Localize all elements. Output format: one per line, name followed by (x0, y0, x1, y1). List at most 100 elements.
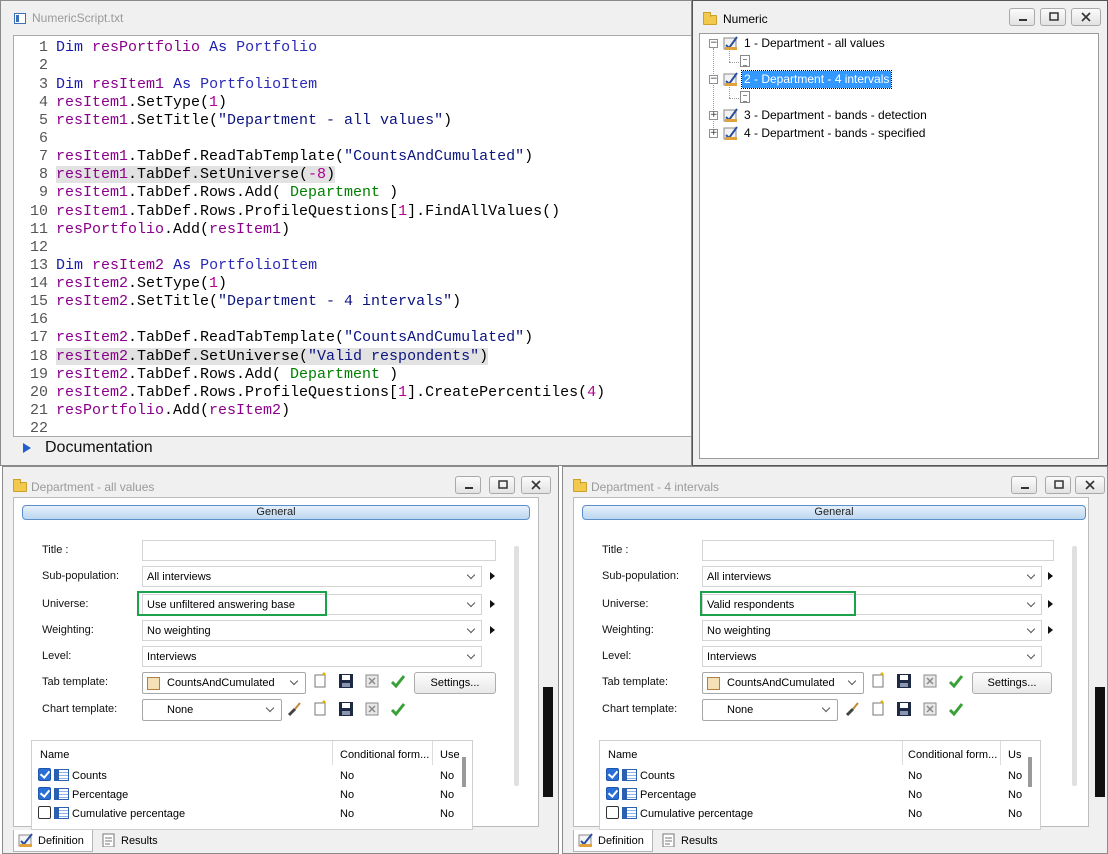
more-arrow-icon[interactable] (1048, 626, 1053, 634)
tab-definition[interactable]: Definition (573, 830, 653, 852)
maximize-button[interactable] (489, 476, 515, 494)
properties-title-bar[interactable]: Department - 4 intervals (563, 467, 1107, 497)
tab-template-select[interactable]: CountsAndCumulated (702, 672, 864, 694)
tab-definition[interactable]: Definition (13, 830, 93, 852)
brush-icon[interactable] (286, 701, 302, 717)
level-select[interactable]: Interviews (702, 646, 1042, 667)
tree-item-label[interactable]: 1 - Department - all values (742, 35, 887, 52)
statistics-grid[interactable]: Name Conditional form... Us Counts No No… (599, 740, 1041, 830)
code-editor[interactable]: 1 Dim resPortfolio As Portfolio 2 3 Dim re… (13, 35, 691, 437)
row-checkbox[interactable] (606, 806, 619, 819)
row-name: Cumulative percentage (640, 808, 754, 820)
portfolio-tree[interactable]: − 1 - Department - all values − 2 - Depa… (699, 33, 1099, 459)
column-header-use[interactable]: Use (440, 749, 460, 761)
more-arrow-icon[interactable] (490, 626, 495, 634)
statistics-grid[interactable]: Name Conditional form... Use Counts No N… (31, 740, 473, 830)
tab-template-select[interactable]: CountsAndCumulated (142, 672, 306, 694)
general-section-header[interactable]: General (22, 505, 530, 520)
new-template-icon[interactable] (312, 700, 328, 716)
tree-item[interactable]: + 4 - Department - bands - specified (700, 125, 1098, 142)
more-arrow-icon[interactable] (490, 600, 495, 608)
apply-checkmark-icon[interactable] (948, 701, 964, 717)
settings-button[interactable]: Settings... (972, 672, 1052, 694)
grid-scrollbar-thumb[interactable] (462, 757, 466, 787)
tree-title-bar[interactable]: Numeric (693, 1, 1107, 31)
expand-icon[interactable]: + (709, 129, 718, 138)
minimize-button[interactable] (1011, 476, 1037, 494)
apply-checkmark-icon[interactable] (390, 701, 406, 717)
grid-scrollbar-thumb[interactable] (1028, 757, 1032, 787)
save-icon[interactable] (896, 701, 912, 717)
delete-template-icon[interactable] (922, 673, 938, 689)
chevron-down-icon (289, 676, 299, 686)
more-arrow-icon[interactable] (490, 572, 495, 580)
more-arrow-icon[interactable] (1048, 600, 1053, 608)
save-icon[interactable] (896, 673, 912, 689)
row-checkbox[interactable] (606, 787, 619, 800)
tree-item-label[interactable]: 3 - Department - bands - detection (742, 107, 929, 124)
close-button[interactable] (521, 476, 551, 494)
vertical-scrollbar[interactable] (1072, 546, 1077, 786)
documentation-bar[interactable]: Documentation (13, 437, 691, 459)
subpopulation-select[interactable]: All interviews (142, 566, 482, 587)
code-line: 21 resPortfolio.Add(resItem2) (29, 402, 291, 419)
apply-checkmark-icon[interactable] (948, 673, 964, 689)
tab-results[interactable]: Results (97, 830, 167, 852)
brush-icon[interactable] (844, 701, 860, 717)
scrollbar-strip[interactable] (543, 687, 553, 797)
expand-icon[interactable]: + (709, 111, 718, 120)
general-section-header[interactable]: General (582, 505, 1086, 520)
weighting-select[interactable]: No weighting (702, 620, 1042, 641)
delete-template-icon[interactable] (364, 701, 380, 717)
new-template-icon[interactable] (312, 672, 328, 688)
close-button[interactable] (1071, 8, 1101, 26)
collapse-icon[interactable]: − (709, 75, 718, 84)
chevron-down-icon (821, 703, 831, 713)
maximize-button[interactable] (1040, 8, 1066, 26)
row-checkbox[interactable] (606, 768, 619, 781)
tree-item-selected[interactable]: − 2 - Department - 4 intervals (700, 70, 1098, 89)
apply-checkmark-icon[interactable] (390, 673, 406, 689)
tree-item-label[interactable]: 2 - Department - 4 intervals (740, 70, 893, 89)
weighting-select[interactable]: No weighting (142, 620, 482, 641)
properties-title-bar[interactable]: Department - all values (3, 467, 558, 497)
scrollbar-strip[interactable] (1095, 687, 1105, 797)
title-input[interactable] (142, 540, 496, 561)
row-checkbox[interactable] (38, 768, 51, 781)
tree-item-label[interactable]: 4 - Department - bands - specified (742, 125, 927, 142)
script-title-bar[interactable]: NumericScript.txt (1, 1, 691, 31)
expand-arrow-icon[interactable] (23, 443, 31, 453)
subpopulation-select[interactable]: All interviews (702, 566, 1042, 587)
chevron-down-icon (1026, 624, 1036, 634)
code-line: 6 (38, 130, 48, 147)
maximize-button[interactable] (1045, 476, 1071, 494)
minimize-button[interactable] (455, 476, 481, 494)
column-header-conditional[interactable]: Conditional form... (340, 749, 429, 761)
tree-item[interactable]: + 3 - Department - bands - detection (700, 107, 1098, 124)
tab-results[interactable]: Results (657, 830, 727, 852)
delete-template-icon[interactable] (364, 673, 380, 689)
documentation-label[interactable]: Documentation (45, 439, 153, 457)
column-header-conditional[interactable]: Conditional form... (908, 749, 997, 761)
column-header-name[interactable]: Name (608, 749, 637, 761)
vertical-scrollbar[interactable] (514, 546, 519, 786)
more-arrow-icon[interactable] (1048, 572, 1053, 580)
collapse-icon[interactable]: − (709, 39, 718, 48)
tree-item[interactable]: − 1 - Department - all values (700, 35, 1098, 52)
save-icon[interactable] (338, 673, 354, 689)
close-button[interactable] (1075, 476, 1105, 494)
new-template-icon[interactable] (870, 672, 886, 688)
row-checkbox[interactable] (38, 787, 51, 800)
minimize-button[interactable] (1009, 8, 1035, 26)
column-header-name[interactable]: Name (40, 749, 69, 761)
settings-button[interactable]: Settings... (414, 672, 496, 694)
chart-template-select[interactable]: None (142, 699, 282, 721)
save-icon[interactable] (338, 701, 354, 717)
chart-template-select[interactable]: None (702, 699, 838, 721)
title-input[interactable] (702, 540, 1054, 561)
row-checkbox[interactable] (38, 806, 51, 819)
level-select[interactable]: Interviews (142, 646, 482, 667)
column-header-use[interactable]: Us (1008, 749, 1021, 761)
delete-template-icon[interactable] (922, 701, 938, 717)
new-template-icon[interactable] (870, 700, 886, 716)
